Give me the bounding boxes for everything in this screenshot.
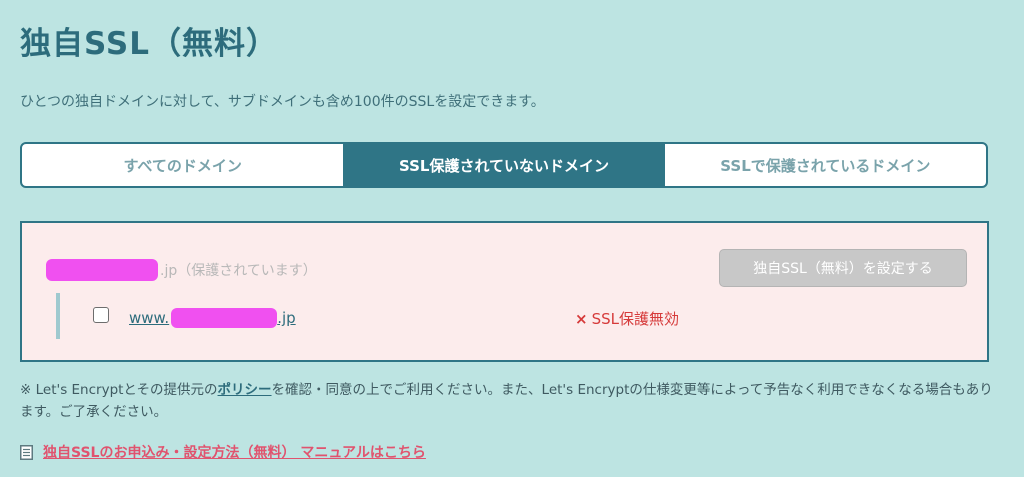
ssl-status-text: SSL保護無効 — [591, 310, 679, 328]
notice-text-before: ※ Let's Encryptとその提供元の — [20, 382, 218, 398]
subdomain-indent-line — [56, 293, 60, 339]
manual-link-row: 独自SSLのお申込み・設定方法（無料） マニュアルはこちら — [20, 442, 426, 462]
domain-list-panel: .jp（保護されています） 独自SSL（無料）を設定する www. .jp × S… — [20, 221, 989, 362]
subdomain-checkbox[interactable] — [93, 307, 109, 323]
redacted-subdomain-name — [171, 308, 278, 328]
lets-encrypt-notice: ※ Let's Encryptとその提供元のポリシーを確認・同意の上でご利用くだ… — [20, 379, 995, 423]
subdomain-suffix: .jp — [277, 309, 296, 327]
domain-suffix: .jp（保護されています） — [160, 263, 317, 279]
page-description: ひとつの独自ドメインに対して、サブドメインも含め100件のSSLを設定できます。 — [20, 94, 545, 110]
setup-ssl-button[interactable]: 独自SSL（無料）を設定する — [719, 249, 967, 287]
policy-link[interactable]: ポリシー — [218, 382, 272, 398]
document-icon — [20, 444, 33, 460]
ssl-manual-link[interactable]: 独自SSLのお申込み・設定方法（無料） マニュアルはこちら — [43, 442, 426, 462]
subdomain-link[interactable]: www. .jp — [129, 308, 296, 328]
domain-row: .jp（保護されています） — [46, 259, 317, 281]
subdomain-prefix: www. — [129, 309, 170, 327]
status-x-icon: × — [575, 310, 588, 328]
ssl-status: × SSL保護無効 — [575, 308, 679, 329]
tab-all-domains[interactable]: すべてのドメイン — [22, 144, 343, 186]
domain-filter-tabs: すべてのドメイン SSL保護されていないドメイン SSLで保護されているドメイン — [20, 142, 988, 188]
redacted-domain-name — [46, 259, 158, 281]
tab-unprotected-domains[interactable]: SSL保護されていないドメイン — [343, 144, 665, 186]
page-title: 独自SSL（無料） — [20, 26, 279, 62]
tab-protected-domains[interactable]: SSLで保護されているドメイン — [665, 144, 986, 186]
